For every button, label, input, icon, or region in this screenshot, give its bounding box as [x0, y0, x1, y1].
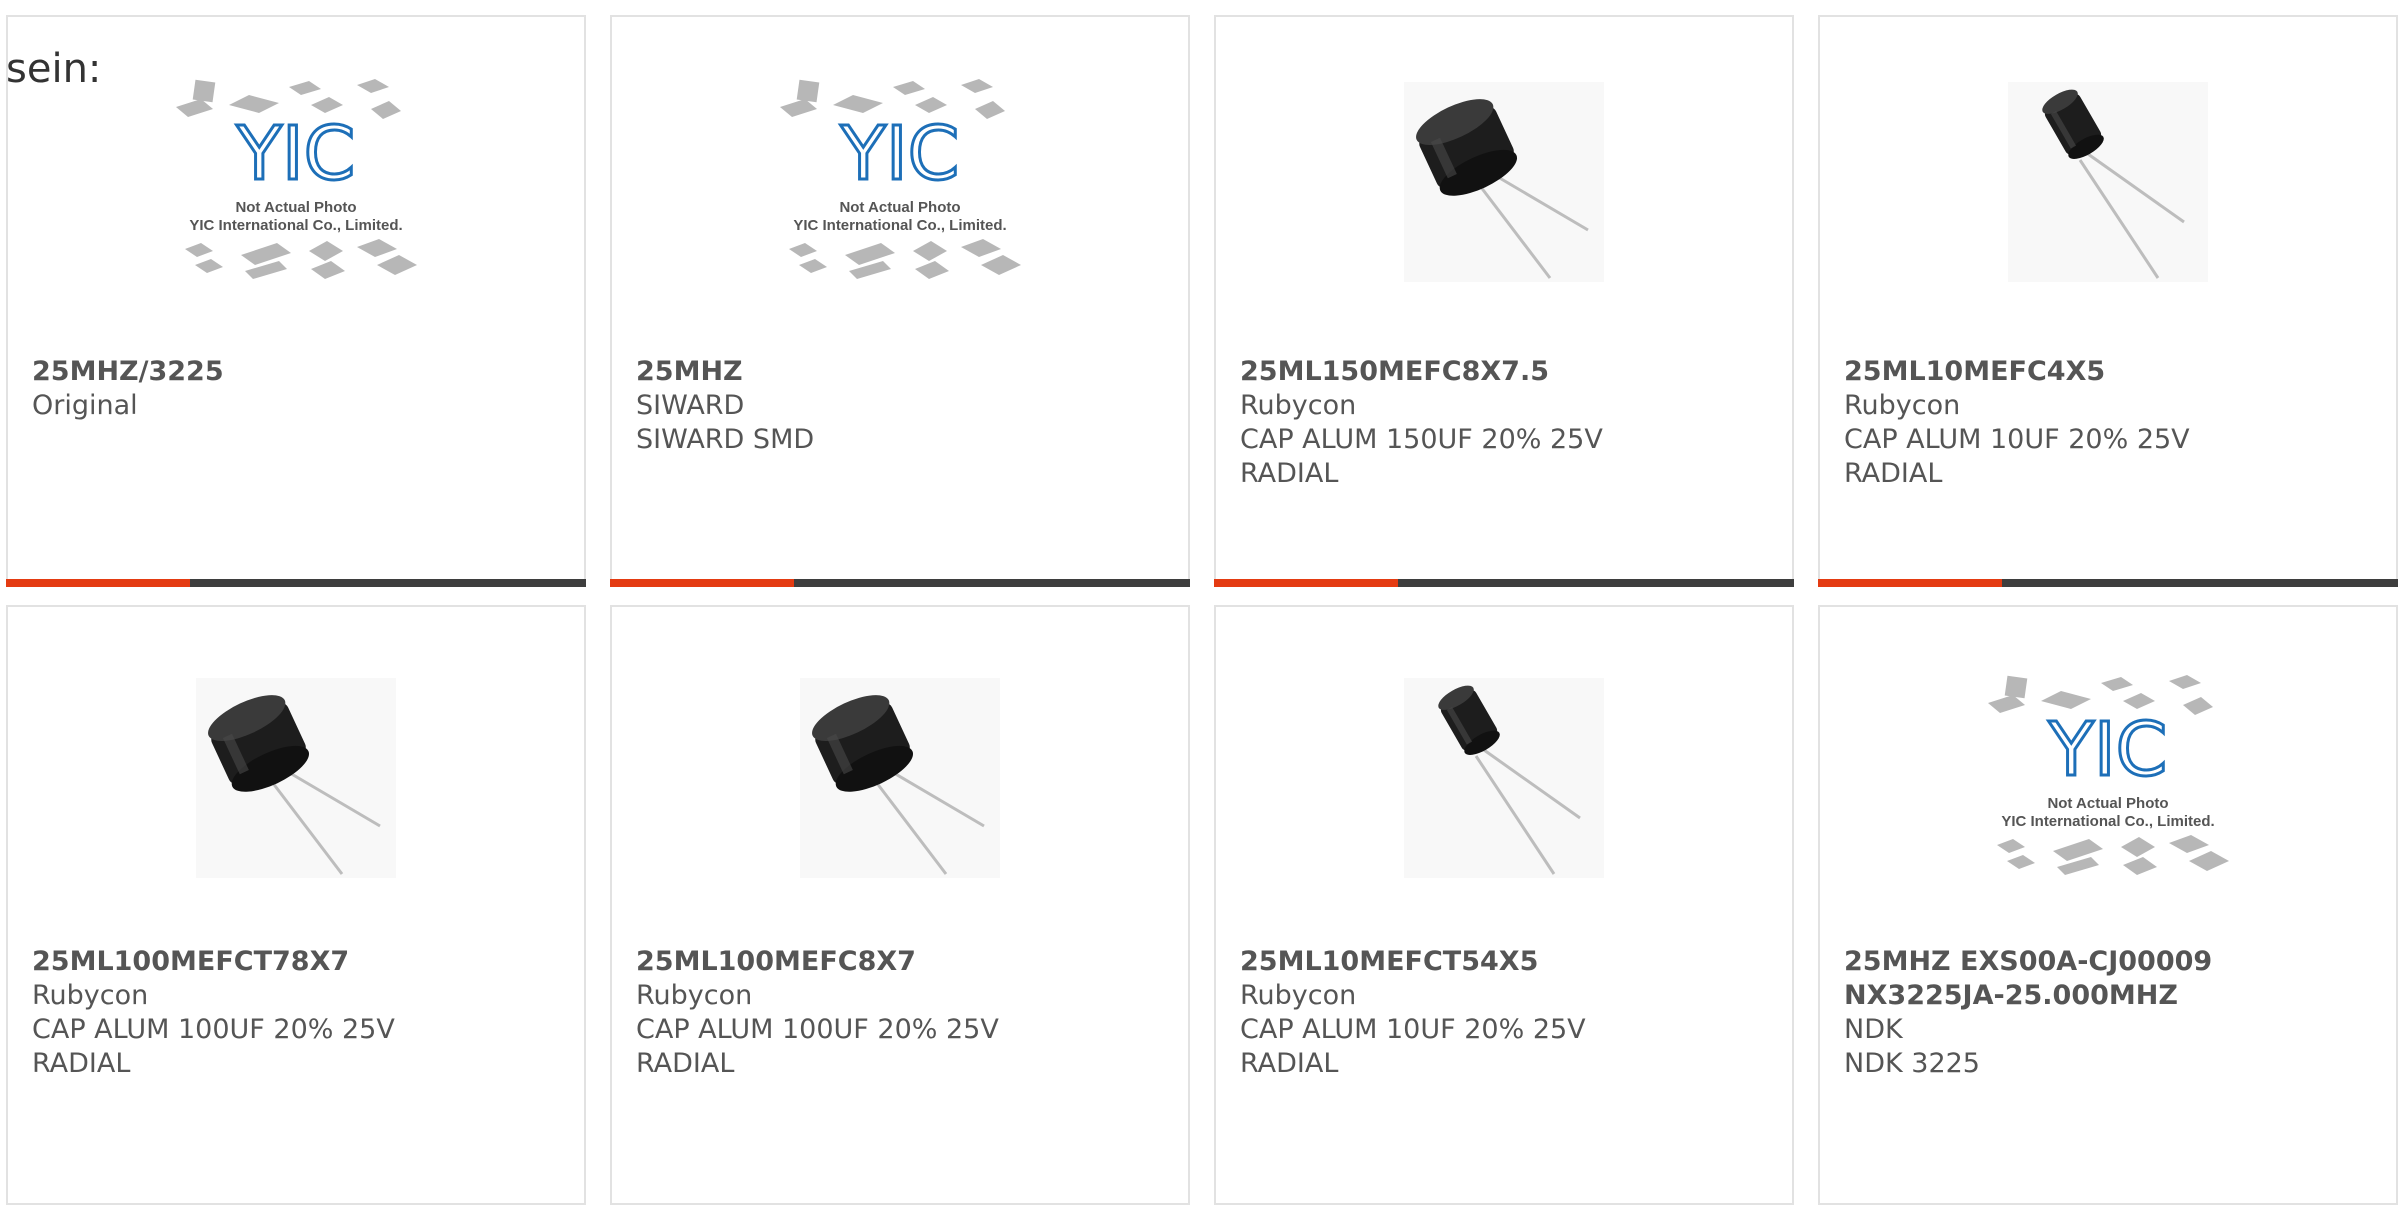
- product-info: 25MHZ/3225 Original: [32, 355, 564, 423]
- product-part-number[interactable]: 25ML10MEFCT54X5: [1240, 945, 1772, 979]
- svg-text:YIC: YIC: [236, 111, 356, 197]
- card-footer-bar: [1214, 579, 1794, 587]
- product-manufacturer: Rubycon: [636, 980, 753, 1011]
- product-info: 25ML10MEFC4X5 Rubycon CAP ALUM 10UF 20% 25…: [1844, 355, 2376, 491]
- not-actual-photo-image: YIC Not Actual Photo YIC International C…: [1988, 675, 2229, 875]
- product-card[interactable]: 25ML150MEFC8X7.5 Rubycon CAP ALUM 150UF 20…: [1214, 15, 1794, 587]
- product-thumbnail[interactable]: YIC Not Actual Photo YIC International C…: [612, 67, 1188, 297]
- product-description: SIWARD SMD: [636, 424, 815, 455]
- product-description: CAP ALUM 10UF 20% 25V: [1240, 1014, 1586, 1045]
- product-description: CAP ALUM 10UF 20% 25V: [1844, 424, 2190, 455]
- product-thumbnail[interactable]: YIC Not Actual Photo YIC International C…: [8, 67, 584, 297]
- svg-text:YIC International Co., Limited: YIC International Co., Limited.: [189, 217, 402, 234]
- svg-text:YIC International Co., Limited: YIC International Co., Limited.: [2001, 813, 2214, 830]
- product-description: CAP ALUM 100UF 20% 25V: [32, 1014, 395, 1045]
- capacitor-image: [800, 678, 1000, 878]
- product-description: CAP ALUM 100UF 20% 25V: [636, 1014, 999, 1045]
- product-description: NDK 3225: [1844, 1048, 1980, 1079]
- product-info: 25MHZ EXS00A-CJ00009 NX3225JA-25.000MHZ N…: [1844, 945, 2376, 1081]
- card-footer-accent: [610, 579, 794, 587]
- product-thumbnail[interactable]: [8, 663, 584, 893]
- capacitor-image: [1404, 678, 1604, 878]
- not-actual-photo-image: YIC Not Actual Photo YIC International C…: [176, 79, 417, 279]
- capacitor-image: [2008, 82, 2208, 282]
- card-footer-accent: [6, 579, 190, 587]
- svg-text:YIC: YIC: [2048, 707, 2168, 793]
- product-part-number[interactable]: 25MHZ: [636, 355, 1168, 389]
- svg-text:Not Actual Photo: Not Actual Photo: [839, 199, 960, 216]
- product-description: RADIAL: [1240, 1048, 1339, 1079]
- product-part-number[interactable]: 25ML10MEFC4X5: [1844, 355, 2376, 389]
- product-part-number[interactable]: 25MHZ/3225: [32, 355, 564, 389]
- product-thumbnail[interactable]: [612, 663, 1188, 893]
- capacitor-image: [1404, 82, 1604, 282]
- product-info: 25ML10MEFCT54X5 Rubycon CAP ALUM 10UF 20% …: [1240, 945, 1772, 1081]
- product-card[interactable]: YIC Not Actual Photo YIC International C…: [6, 15, 586, 587]
- card-footer-bar: [6, 579, 586, 587]
- svg-text:YIC International Co., Limited: YIC International Co., Limited.: [793, 217, 1006, 234]
- product-card[interactable]: YIC Not Actual Photo YIC International C…: [1818, 605, 2398, 1205]
- product-info: 25MHZ SIWARD SIWARD SMD: [636, 355, 1168, 457]
- product-part-number[interactable]: 25ML150MEFC8X7.5: [1240, 355, 1772, 389]
- product-manufacturer: Rubycon: [1240, 390, 1357, 421]
- product-description: CAP ALUM 150UF 20% 25V: [1240, 424, 1603, 455]
- product-part-number[interactable]: 25ML100MEFCT78X7: [32, 945, 564, 979]
- product-manufacturer: Rubycon: [1844, 390, 1961, 421]
- product-manufacturer: Rubycon: [1240, 980, 1357, 1011]
- card-footer-accent: [1818, 579, 2002, 587]
- product-card[interactable]: YIC Not Actual Photo YIC International C…: [610, 15, 1190, 587]
- product-info: 25ML100MEFCT78X7 Rubycon CAP ALUM 100UF 20…: [32, 945, 564, 1081]
- not-actual-photo-image: YIC Not Actual Photo YIC International C…: [780, 79, 1021, 279]
- product-part-number[interactable]: 25ML100MEFC8X7: [636, 945, 1168, 979]
- product-card[interactable]: 25ML100MEFC8X7 Rubycon CAP ALUM 100UF 20% …: [610, 605, 1190, 1205]
- product-description: RADIAL: [1844, 458, 1943, 489]
- product-card[interactable]: 25ML10MEFC4X5 Rubycon CAP ALUM 10UF 20% 25…: [1818, 15, 2398, 587]
- card-footer-bar: [610, 579, 1190, 587]
- product-info: 25ML150MEFC8X7.5 Rubycon CAP ALUM 150UF 20…: [1240, 355, 1772, 491]
- product-thumbnail[interactable]: YIC Not Actual Photo YIC International C…: [1820, 663, 2396, 893]
- svg-text:Not Actual Photo: Not Actual Photo: [2047, 795, 2168, 812]
- product-manufacturer: Rubycon: [32, 980, 149, 1011]
- product-part-number[interactable]: 25MHZ EXS00A-CJ00009 NX3225JA-25.000MHZ: [1844, 945, 2376, 1013]
- card-footer-accent: [1214, 579, 1398, 587]
- product-thumbnail[interactable]: [1216, 663, 1792, 893]
- product-manufacturer: Original: [32, 390, 138, 421]
- capacitor-image: [196, 678, 396, 878]
- product-description: RADIAL: [32, 1048, 131, 1079]
- card-footer-bar: [1818, 579, 2398, 587]
- product-card[interactable]: 25ML100MEFCT78X7 Rubycon CAP ALUM 100UF 20…: [6, 605, 586, 1205]
- product-manufacturer: NDK: [1844, 1014, 1903, 1045]
- svg-text:YIC: YIC: [840, 111, 960, 197]
- product-manufacturer: SIWARD: [636, 390, 745, 421]
- product-thumbnail[interactable]: [1216, 67, 1792, 297]
- svg-text:Not Actual Photo: Not Actual Photo: [235, 199, 356, 216]
- product-card[interactable]: 25ML10MEFCT54X5 Rubycon CAP ALUM 10UF 20% …: [1214, 605, 1794, 1205]
- product-info: 25ML100MEFC8X7 Rubycon CAP ALUM 100UF 20% …: [636, 945, 1168, 1081]
- product-description: RADIAL: [636, 1048, 735, 1079]
- product-description: RADIAL: [1240, 458, 1339, 489]
- product-thumbnail[interactable]: [1820, 67, 2396, 297]
- lead-text: sein:: [6, 46, 102, 92]
